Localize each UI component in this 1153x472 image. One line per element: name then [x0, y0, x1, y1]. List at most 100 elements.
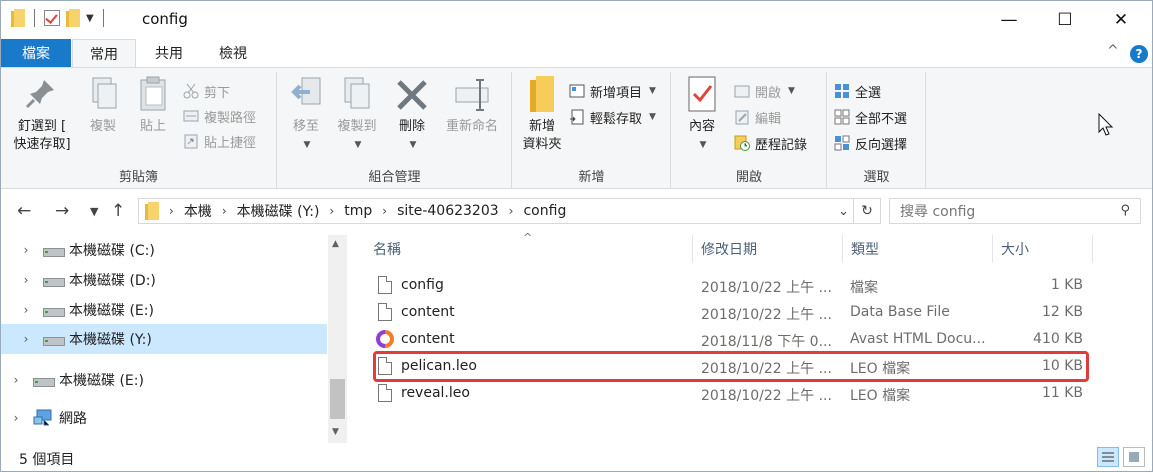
folder-icon: [145, 202, 159, 220]
paste-button[interactable]: 貼上: [131, 74, 175, 136]
file-type: Data Base File: [850, 304, 950, 320]
address-dropdown-icon[interactable]: ⌄: [838, 204, 849, 219]
back-arrow-icon[interactable]: ←: [17, 201, 31, 221]
column-header-date[interactable]: 修改日期: [693, 235, 843, 263]
invert-selection-label: 反向選擇: [855, 137, 908, 153]
delete-button[interactable]: 刪除 ▼: [390, 74, 434, 154]
nav-item-network-drive-e[interactable]: › 本機磁碟 (E:): [1, 365, 327, 395]
tab-share[interactable]: 共用: [139, 39, 199, 67]
properties-button[interactable]: 內容 ▼: [680, 74, 724, 154]
network-icon: [33, 409, 53, 427]
column-header-size[interactable]: 大小: [993, 235, 1093, 263]
nav-item-network[interactable]: › 網路: [1, 403, 327, 433]
file-row[interactable]: content 2018/10/22 上午 ... Data Base File…: [371, 300, 1087, 327]
breadcrumb-separator-icon[interactable]: ›: [169, 204, 174, 218]
tab-home[interactable]: 常用: [72, 39, 136, 68]
address-bar[interactable]: › 本機 › 本機磁碟 (Y:) › tmp › site-40623203 ›…: [138, 198, 854, 224]
delete-label: 刪除: [398, 119, 425, 134]
collapse-ribbon-icon[interactable]: ^: [1107, 43, 1119, 59]
help-icon[interactable]: ?: [1130, 45, 1148, 63]
title-bar: ▼ config — ☐ ✕: [1, 1, 1152, 39]
explorer-window: ▼ config — ☐ ✕ 檔案 常用 共用 檢視 ^ ? 釘選到 [ 快速存…: [0, 0, 1153, 472]
file-name: content: [401, 331, 455, 347]
close-button[interactable]: ✕: [1093, 1, 1149, 39]
properties-check-icon[interactable]: [44, 10, 60, 26]
file-row[interactable]: config 2018/10/22 上午 ... 檔案 1 KB: [371, 273, 1087, 300]
nav-item-label: 本機磁碟 (Y:): [69, 332, 152, 348]
expand-chevron-icon[interactable]: ›: [19, 273, 33, 287]
nav-pane-scrollbar[interactable]: ▲ ▼: [328, 235, 347, 443]
breadcrumb-tmp[interactable]: tmp: [344, 203, 372, 219]
breadcrumb-site[interactable]: site-40623203: [397, 203, 499, 219]
new-folder-button[interactable]: 新增 資料夾: [517, 74, 567, 154]
quick-access-toolbar: ▼: [11, 9, 107, 27]
paste-shortcut-button[interactable]: 貼上捷徑: [183, 130, 256, 152]
breadcrumb-config[interactable]: config: [523, 203, 566, 219]
minimize-button[interactable]: —: [981, 1, 1037, 39]
breadcrumb-separator-icon[interactable]: ›: [509, 204, 514, 218]
up-arrow-icon[interactable]: ↑: [111, 201, 125, 221]
invert-selection-button[interactable]: 反向選擇: [834, 132, 907, 154]
breadcrumb-drive-y[interactable]: 本機磁碟 (Y:): [237, 201, 320, 221]
expand-chevron-icon[interactable]: ›: [9, 411, 23, 425]
item-count: 5 個項目: [19, 452, 75, 468]
easy-access-button[interactable]: 輕鬆存取 ▼: [569, 106, 656, 128]
pin-quick-access-button[interactable]: 釘選到 [ 快速存取]: [9, 74, 75, 154]
expand-chevron-icon[interactable]: ›: [19, 303, 33, 317]
expand-chevron-icon[interactable]: ›: [19, 332, 33, 346]
nav-item-drive-d[interactable]: › 本機磁碟 (D:): [1, 265, 327, 295]
nav-item-drive-y[interactable]: › 本機磁碟 (Y:): [1, 324, 327, 354]
file-row[interactable]: content 2018/11/8 下午 0... Avast HTML Doc…: [371, 327, 1087, 354]
copy-button[interactable]: 複製: [81, 74, 125, 136]
scroll-down-icon[interactable]: ▼: [332, 427, 339, 437]
copy-to-icon: [339, 74, 375, 114]
properties-dropdown-icon: ▼: [699, 140, 707, 150]
new-item-button[interactable]: 新增項目 ▼: [569, 80, 656, 102]
open-button[interactable]: 開啟 ▼: [734, 80, 795, 102]
breadcrumb-separator-icon[interactable]: ›: [382, 204, 387, 218]
new-folder-icon[interactable]: [66, 9, 80, 27]
delete-dropdown-icon: ▼: [409, 140, 417, 150]
forward-arrow-icon[interactable]: →: [55, 201, 69, 221]
invert-selection-icon: [834, 135, 850, 151]
breadcrumb-this-pc[interactable]: 本機: [184, 201, 212, 221]
easy-access-icon: [569, 109, 585, 125]
edit-button[interactable]: 編輯: [734, 106, 781, 128]
select-none-button[interactable]: 全部不選: [834, 106, 907, 128]
scrollbar-thumb[interactable]: [330, 379, 345, 419]
breadcrumb-separator-icon[interactable]: ›: [329, 204, 334, 218]
file-row[interactable]: reveal.leo 2018/10/22 上午 ... LEO 檔案 11 K…: [371, 381, 1087, 408]
customize-dropdown-icon[interactable]: ▼: [86, 13, 94, 24]
copy-path-button[interactable]: 複製路徑: [183, 105, 256, 127]
scroll-up-icon[interactable]: ▲: [332, 239, 339, 249]
recent-dropdown-icon[interactable]: ▼: [90, 205, 98, 218]
ribbon: 釘選到 [ 快速存取] 複製 貼上 剪下 複製路徑 貼上捷徑 剪貼簿 移至 ▼ …: [1, 67, 1152, 189]
expand-chevron-icon[interactable]: ›: [9, 373, 23, 387]
file-name: content: [401, 304, 455, 320]
tab-view[interactable]: 檢視: [203, 39, 263, 67]
copy-to-button[interactable]: 複製到 ▼: [332, 74, 382, 154]
history-button[interactable]: 歷程記錄: [734, 132, 807, 154]
large-icons-view-icon[interactable]: [1123, 447, 1145, 467]
search-input[interactable]: 搜尋 config ⚲: [889, 198, 1141, 224]
tab-file[interactable]: 檔案: [1, 39, 71, 67]
nav-item-drive-e[interactable]: › 本機磁碟 (E:): [1, 295, 327, 325]
cut-button[interactable]: 剪下: [183, 80, 230, 102]
file-icon: [378, 276, 392, 294]
file-size: 410 KB: [1033, 331, 1083, 347]
breadcrumb-separator-icon[interactable]: ›: [222, 204, 227, 218]
new-group-label: 新增: [578, 170, 605, 185]
refresh-icon[interactable]: ↻: [854, 198, 881, 224]
column-header-name[interactable]: 名稱: [365, 235, 693, 263]
expand-chevron-icon[interactable]: ›: [19, 243, 33, 257]
move-to-button[interactable]: 移至 ▼: [284, 74, 328, 154]
maximize-button[interactable]: ☐: [1037, 1, 1093, 39]
select-all-button[interactable]: 全選: [834, 80, 881, 102]
details-view-icon[interactable]: [1097, 447, 1119, 467]
rename-button[interactable]: 重新命名: [438, 74, 506, 136]
nav-item-drive-c[interactable]: › 本機磁碟 (C:): [1, 235, 327, 265]
new-group: 新增 資料夾 新增項目 ▼ 輕鬆存取 ▼ 新增: [513, 72, 671, 188]
select-all-icon: [834, 83, 850, 99]
column-header-type[interactable]: 類型: [843, 235, 993, 263]
copy-to-label: 複製到: [337, 119, 377, 134]
